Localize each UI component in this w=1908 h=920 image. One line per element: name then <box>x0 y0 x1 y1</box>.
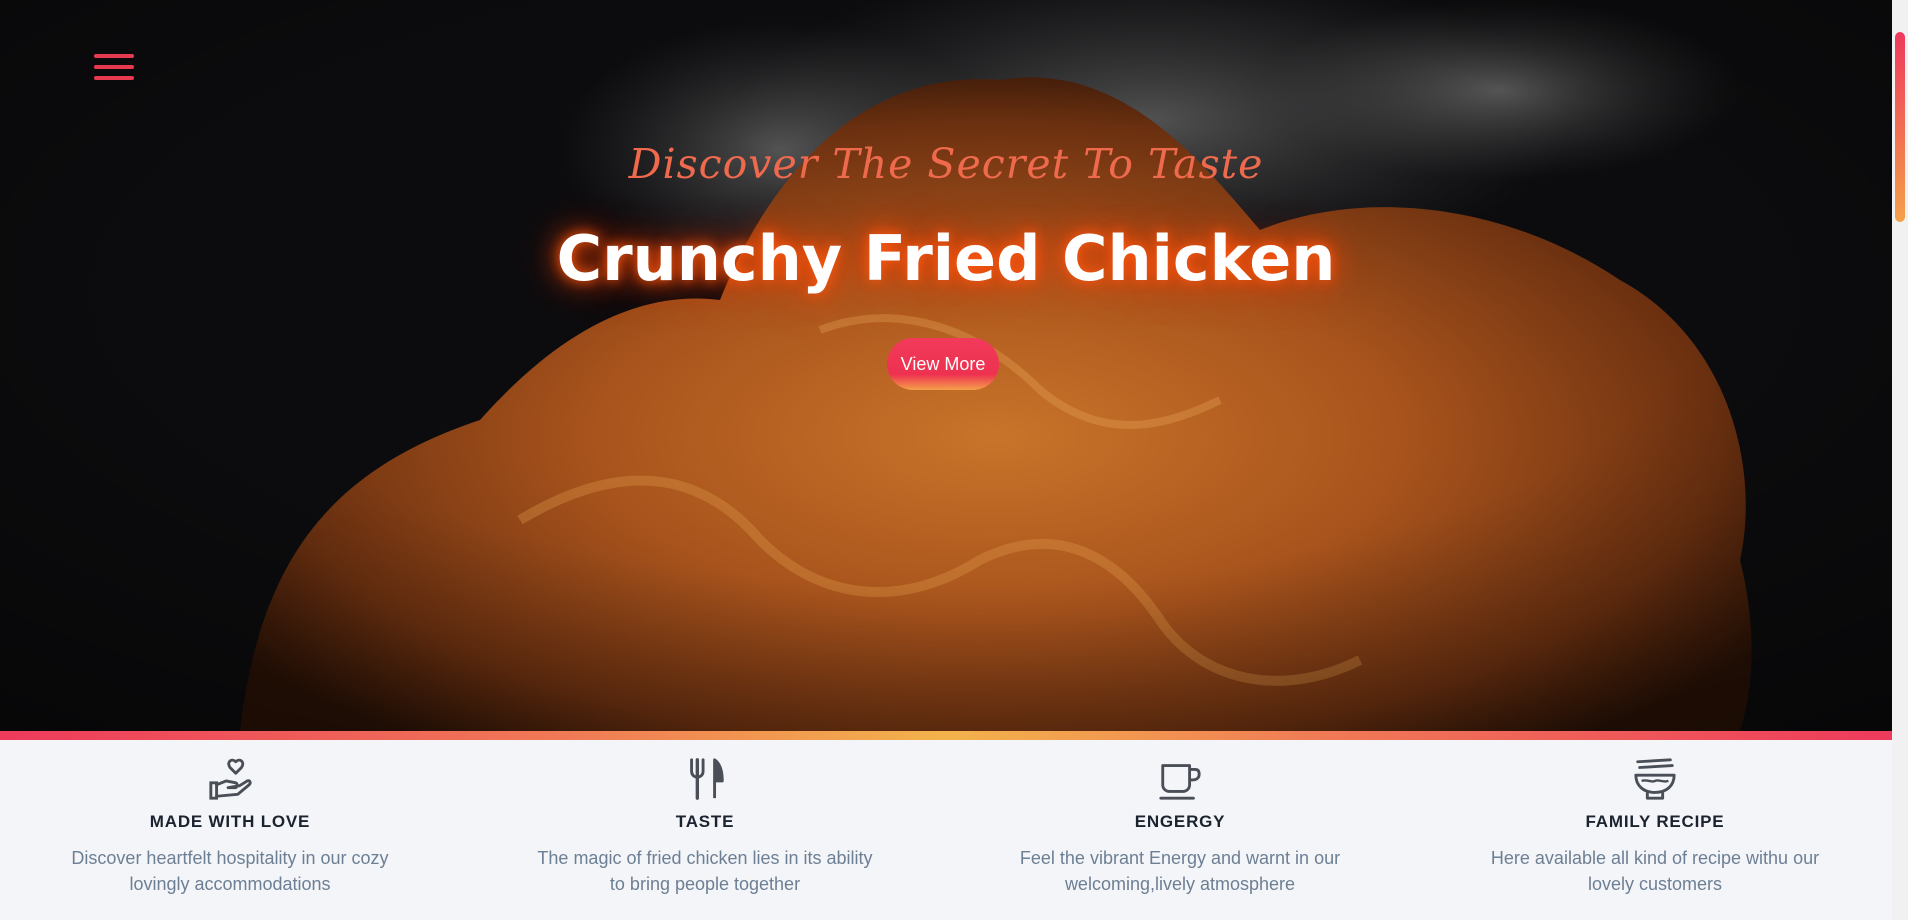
noodle-bowl-icon <box>1634 758 1676 800</box>
view-more-button[interactable]: View More <box>887 338 999 390</box>
gradient-divider <box>0 731 1892 740</box>
feature-description-line: Feel the vibrant Energy and warnt in our <box>1019 848 1341 868</box>
hand-heart-icon <box>209 758 252 800</box>
hero-tagline: Discover The Secret To Taste <box>628 140 1264 188</box>
feature-title: MADE WITH LOVE <box>149 812 311 831</box>
feature-description-line: The magic of fried chicken lies in its a… <box>537 848 873 868</box>
feature-description-line: lovingly accommodations <box>129 874 331 894</box>
coffee-cup-icon <box>1159 764 1201 800</box>
feature-title: TASTE <box>675 812 735 831</box>
fork-knife-icon <box>690 758 724 800</box>
feature-description-line: welcoming,lively atmosphere <box>1064 874 1296 894</box>
feature-description-line: lovely customers <box>1587 874 1723 894</box>
feature-title: FAMILY RECIPE <box>1585 812 1725 831</box>
features-section: MADE WITH LOVE Discover heartfelt hospit… <box>0 740 1892 920</box>
scrollbar-thumb[interactable] <box>1895 32 1905 222</box>
feature-description-line: Here available all kind of recipe withu … <box>1490 848 1820 868</box>
hamburger-menu-icon[interactable] <box>94 52 134 82</box>
feature-description: Here available all kind of recipe withu … <box>1485 845 1825 897</box>
feature-description: The magic of fried chicken lies in its a… <box>535 845 875 897</box>
hero-section: Discover The Secret To Taste Crunchy Fri… <box>0 0 1892 731</box>
feature-description-line: to bring people together <box>609 874 801 894</box>
hero-title: Crunchy Fried Chicken <box>556 222 1336 295</box>
feature-description: Discover heartfelt hospitality in our co… <box>60 845 400 897</box>
feature-title: ENGERGY <box>1134 812 1226 831</box>
feature-description-line: Discover heartfelt hospitality in our co… <box>71 848 389 868</box>
feature-description: Feel the vibrant Energy and warnt in our… <box>1010 845 1350 897</box>
